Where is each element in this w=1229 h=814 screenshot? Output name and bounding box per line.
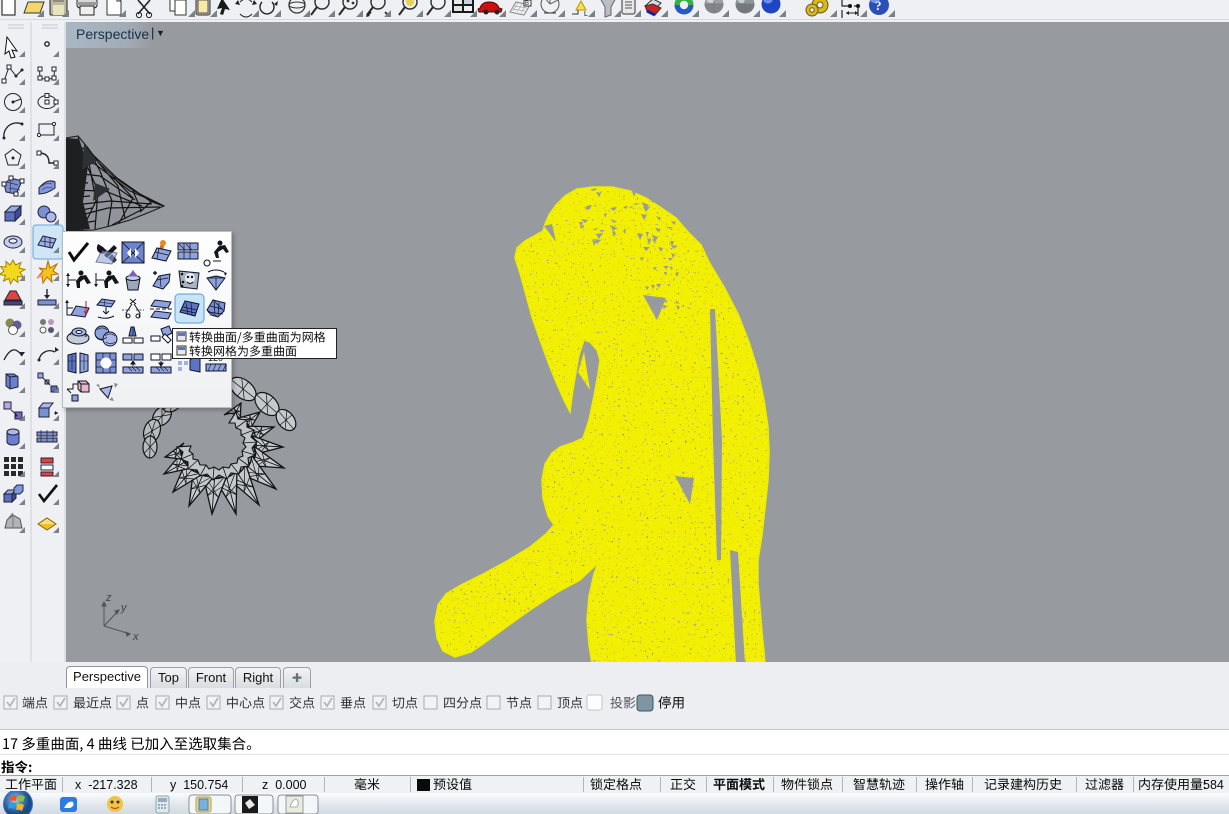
svg-text:z: z bbox=[105, 592, 112, 604]
svg-text:y: y bbox=[120, 602, 128, 614]
svg-text:x: x bbox=[132, 631, 139, 643]
svg-text:?: ? bbox=[875, 0, 882, 13]
svg-text:B: B bbox=[525, 1, 529, 7]
svg-text:L: L bbox=[584, 11, 588, 18]
